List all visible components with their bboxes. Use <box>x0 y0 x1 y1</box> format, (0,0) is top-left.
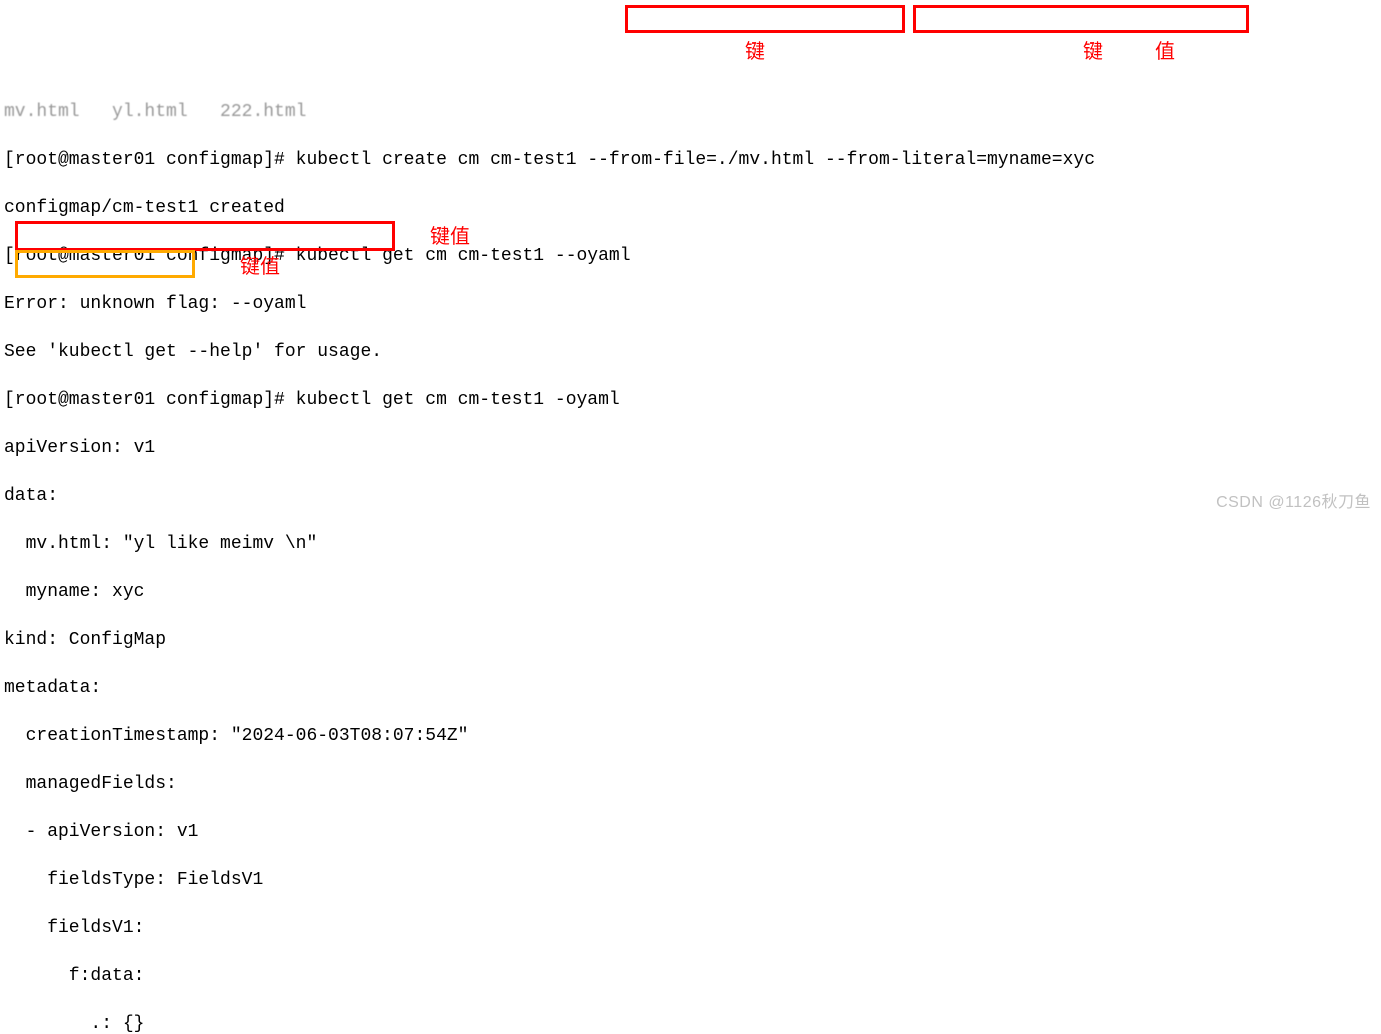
cmd-text: kubectl create cm cm-test1 <box>296 150 588 170</box>
annotation-key: 键 <box>745 40 765 64</box>
annotation-key: 键 <box>1083 40 1103 64</box>
shell-prompt: [root@master01 configmap]# <box>4 246 296 266</box>
terminal-line: kind: ConfigMap <box>4 628 1381 652</box>
terminal-line: apiVersion: v1 <box>4 436 1381 460</box>
terminal-line: creationTimestamp: "2024-06-03T08:07:54Z… <box>4 724 1381 748</box>
arg-from-file: --from-file=./mv.html <box>587 150 814 170</box>
terminal-line: [root@master01 configmap]# kubectl creat… <box>4 148 1381 172</box>
annotation-value: 值 <box>1155 40 1175 64</box>
terminal-line: fieldsV1: <box>4 916 1381 940</box>
terminal-line: fieldsType: FieldsV1 <box>4 868 1381 892</box>
terminal-line: See 'kubectl get --help' for usage. <box>4 340 1381 364</box>
terminal-line: managedFields: <box>4 772 1381 796</box>
terminal-line: data: <box>4 484 1381 508</box>
highlight-from-literal <box>913 5 1249 33</box>
shell-prompt: [root@master01 configmap]# <box>4 150 296 170</box>
shell-prompt: [root@master01 configmap]# <box>4 390 296 410</box>
terminal-line: - apiVersion: v1 <box>4 820 1381 844</box>
terminal-line: f:data: <box>4 964 1381 988</box>
terminal-line: myname: xyc <box>4 580 1381 604</box>
terminal-line: [root@master01 configmap]# kubectl get c… <box>4 244 1381 268</box>
terminal-line: Error: unknown flag: --oyaml <box>4 292 1381 316</box>
terminal-line: mv.html yl.html 222.html <box>4 100 1381 124</box>
terminal-line: metadata: <box>4 676 1381 700</box>
highlight-from-file <box>625 5 905 33</box>
space <box>814 150 825 170</box>
arg-from-literal: --from-literal=myname=xyc <box>825 150 1095 170</box>
cmd-text: kubectl get cm cm-test1 --oyaml <box>296 246 631 266</box>
cmd-text: kubectl get cm cm-test1 -oyaml <box>296 390 620 410</box>
terminal-line: mv.html: "yl like meimv \n" <box>4 532 1381 556</box>
terminal-line: [root@master01 configmap]# kubectl get c… <box>4 388 1381 412</box>
terminal-line: .: {} <box>4 1012 1381 1034</box>
terminal-line: configmap/cm-test1 created <box>4 196 1381 220</box>
